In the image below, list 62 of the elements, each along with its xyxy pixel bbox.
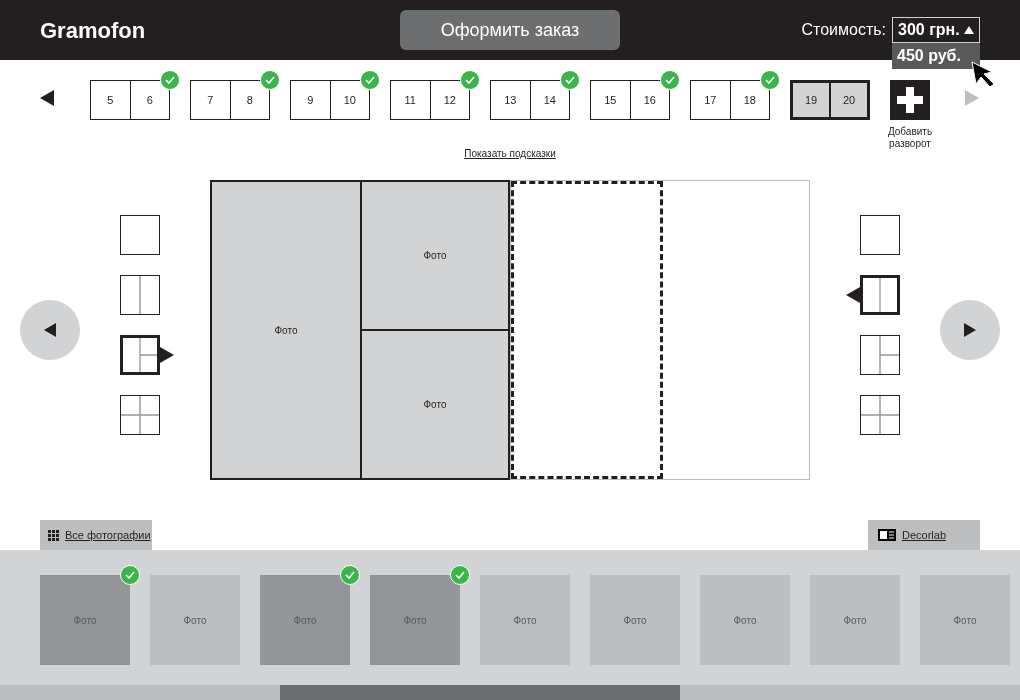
- page-number: 8: [245, 92, 254, 108]
- plus-icon: [897, 87, 923, 113]
- page-number: 10: [342, 92, 357, 108]
- layout-option[interactable]: [860, 395, 900, 435]
- spread-thumbnail[interactable]: 5 6: [90, 80, 170, 120]
- pointer-triangle-icon: [160, 347, 174, 363]
- page-number: 5: [91, 81, 131, 119]
- logo: Gramofon: [40, 16, 146, 45]
- currency-select[interactable]: 300 грн.: [892, 17, 980, 43]
- photo-slot[interactable]: Фото: [362, 182, 508, 331]
- scrollbar-thumb[interactable]: [280, 685, 680, 700]
- right-triangle-icon: [964, 323, 976, 337]
- dropdown-option[interactable]: 450 руб.: [892, 43, 980, 69]
- page-number: 17: [691, 81, 731, 119]
- photo-thumbnail[interactable]: Фото: [590, 575, 680, 665]
- layout-option[interactable]: [860, 335, 900, 375]
- layout-option[interactable]: [860, 215, 900, 255]
- layout-option[interactable]: [120, 395, 160, 435]
- spread-thumbnail[interactable]: 13 14: [490, 80, 570, 120]
- grid-icon: [48, 529, 59, 541]
- photo-slot[interactable]: Фото: [212, 182, 362, 478]
- photo-thumbnail[interactable]: Фото: [810, 575, 900, 665]
- spread-thumbnail[interactable]: 9 10: [290, 80, 370, 120]
- layout-option[interactable]: [120, 215, 160, 255]
- previous-page-button[interactable]: [20, 300, 80, 360]
- cursor-icon: [970, 60, 996, 88]
- photo-thumbnail[interactable]: Фото: [150, 575, 240, 665]
- pointer-triangle-icon: [846, 287, 860, 303]
- spread-thumbnail[interactable]: 7 8: [190, 80, 270, 120]
- page-number: 14: [542, 92, 557, 108]
- page-number: 7: [191, 81, 231, 119]
- layout-option[interactable]: [120, 275, 160, 315]
- page-number: 6: [145, 92, 154, 108]
- next-page-button[interactable]: [940, 300, 1000, 360]
- photo-slot[interactable]: [511, 181, 663, 479]
- page-number: 19: [793, 83, 831, 117]
- page-number: 13: [491, 81, 531, 119]
- page-number: 9: [291, 81, 331, 119]
- cost-label: Стоимость:: [801, 20, 886, 40]
- photo-thumbnail[interactable]: Фото: [700, 575, 790, 665]
- spread-thumbnail[interactable]: 19 20: [790, 80, 870, 120]
- layout-option[interactable]: [860, 275, 900, 315]
- left-triangle-icon: [44, 323, 56, 337]
- page-number: 15: [591, 81, 631, 119]
- page-number: 18: [742, 92, 757, 108]
- hints-link[interactable]: Показать подсказки: [464, 148, 556, 160]
- spread-thumbnail[interactable]: 17 18: [690, 80, 770, 120]
- photo-thumbnail[interactable]: Фото: [480, 575, 570, 665]
- page-number: 20: [841, 92, 857, 108]
- layout-icon: [878, 529, 896, 541]
- spread-thumbnail[interactable]: 15 16: [590, 80, 670, 120]
- add-spread-label: Добавить разворот: [886, 126, 934, 150]
- add-spread-button[interactable]: [890, 80, 930, 120]
- order-button[interactable]: Оформить заказ: [400, 10, 620, 50]
- page-number: 11: [391, 81, 431, 119]
- photo-thumbnail[interactable]: Фото: [920, 575, 1010, 665]
- spread-thumbnail[interactable]: 11 12: [390, 80, 470, 120]
- page-number: 12: [442, 92, 457, 108]
- previous-arrow-icon[interactable]: [40, 90, 54, 106]
- page-number: 16: [642, 92, 657, 108]
- layout-option[interactable]: [120, 335, 160, 375]
- photo-slot[interactable]: Фото: [362, 331, 508, 478]
